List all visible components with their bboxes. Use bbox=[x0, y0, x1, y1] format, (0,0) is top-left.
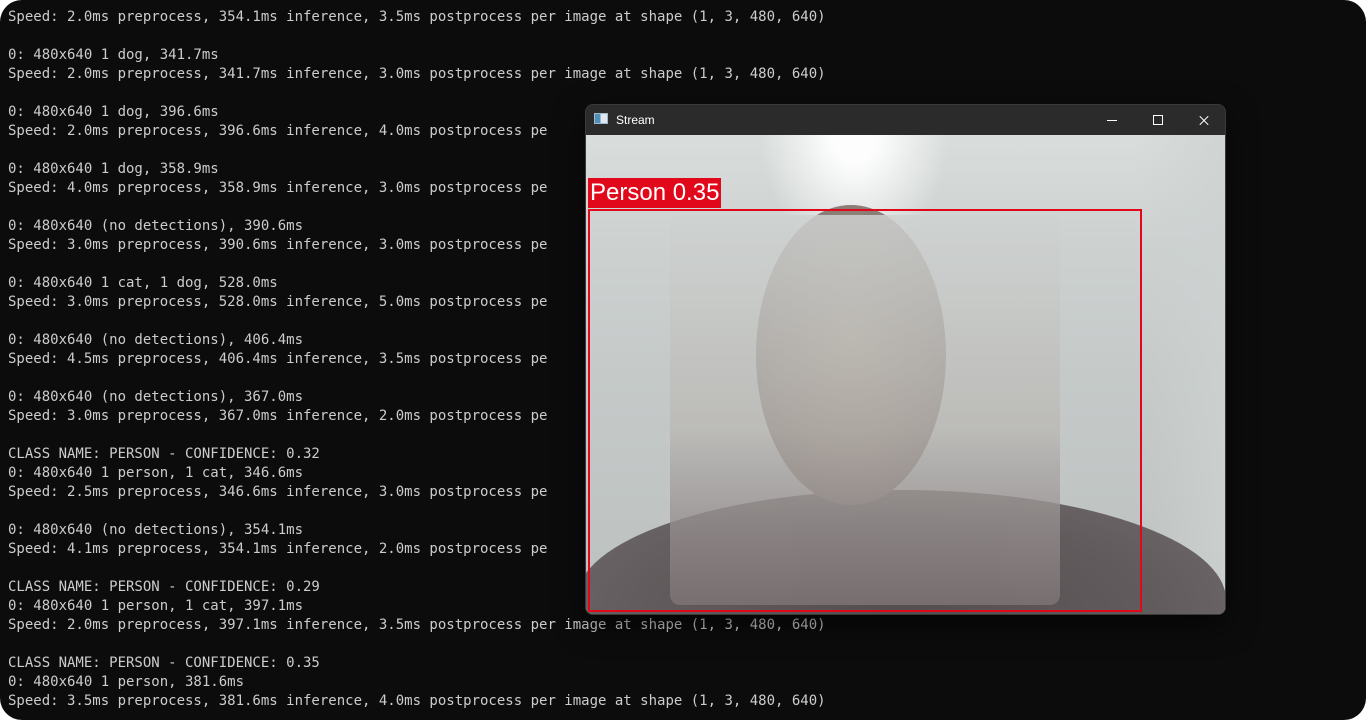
maximize-icon bbox=[1153, 115, 1163, 125]
camera-frame: Person 0.35 bbox=[586, 135, 1225, 614]
close-icon bbox=[1198, 114, 1210, 126]
detection-label: Person 0.35 bbox=[588, 178, 722, 208]
minimize-icon bbox=[1107, 119, 1117, 121]
detection-bounding-box bbox=[588, 209, 1142, 612]
close-button[interactable] bbox=[1181, 105, 1225, 135]
stream-window[interactable]: Stream Person 0.35 bbox=[585, 104, 1226, 615]
terminal-line: Speed: 2.0ms preprocess, 341.7ms inferen… bbox=[8, 66, 826, 82]
terminal-line: Speed: 3.5ms preprocess, 381.6ms inferen… bbox=[8, 693, 826, 709]
terminal-line: 0: 480x640 1 dog, 341.7ms bbox=[8, 47, 219, 63]
opencv-window-icon bbox=[594, 113, 608, 124]
terminal-line: CLASS NAME: PERSON - CONFIDENCE: 0.35 bbox=[8, 655, 320, 671]
minimize-button[interactable] bbox=[1089, 105, 1135, 135]
maximize-button[interactable] bbox=[1135, 105, 1181, 135]
window-title: Stream bbox=[616, 113, 655, 127]
terminal-line: Speed: 2.0ms preprocess, 354.1ms inferen… bbox=[8, 9, 826, 25]
terminal-line: 0: 480x640 1 person, 381.6ms bbox=[8, 674, 245, 690]
terminal-line: Speed: 2.0ms preprocess, 397.1ms inferen… bbox=[8, 617, 826, 633]
window-titlebar[interactable]: Stream bbox=[586, 105, 1225, 135]
